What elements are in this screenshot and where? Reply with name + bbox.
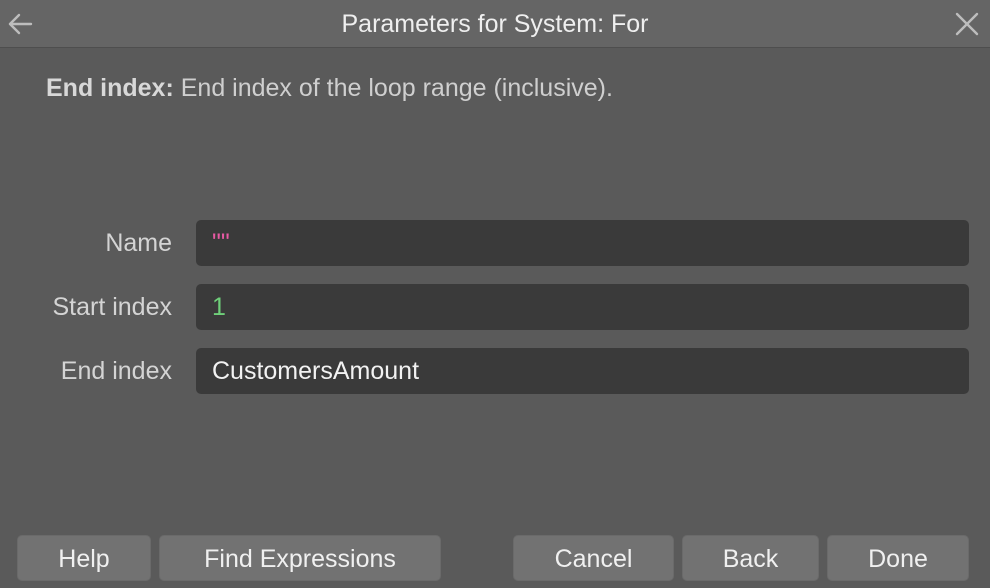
dialog-title: Parameters for System: For <box>341 10 649 38</box>
parameter-description: End index: End index of the loop range (… <box>46 74 613 103</box>
field-row-start-index: Start index 1 <box>0 284 990 330</box>
back-button[interactable]: Back <box>682 535 819 581</box>
title-bar: Parameters for System: For <box>0 0 990 48</box>
parameters-dialog: Parameters for System: For End index: En… <box>0 0 990 588</box>
description-text: End index of the loop range (inclusive). <box>173 74 613 102</box>
close-icon[interactable] <box>954 11 980 37</box>
help-button[interactable]: Help <box>17 535 151 581</box>
end-index-field[interactable]: CustomersAmount <box>196 348 969 394</box>
description-term: End index: <box>46 74 174 102</box>
done-button[interactable]: Done <box>827 535 969 581</box>
name-label: Name <box>105 229 172 257</box>
find-expressions-button[interactable]: Find Expressions <box>159 535 441 581</box>
start-index-field[interactable]: 1 <box>196 284 969 330</box>
name-field[interactable]: "" <box>196 220 969 266</box>
start-index-value: 1 <box>212 293 226 321</box>
field-row-end-index: End index CustomersAmount <box>0 348 990 394</box>
end-index-label: End index <box>60 357 172 385</box>
cancel-button[interactable]: Cancel <box>513 535 674 581</box>
start-index-label: Start index <box>52 293 172 321</box>
end-index-value: CustomersAmount <box>212 357 420 385</box>
field-row-name: Name "" <box>0 220 990 266</box>
name-value: "" <box>212 229 230 257</box>
